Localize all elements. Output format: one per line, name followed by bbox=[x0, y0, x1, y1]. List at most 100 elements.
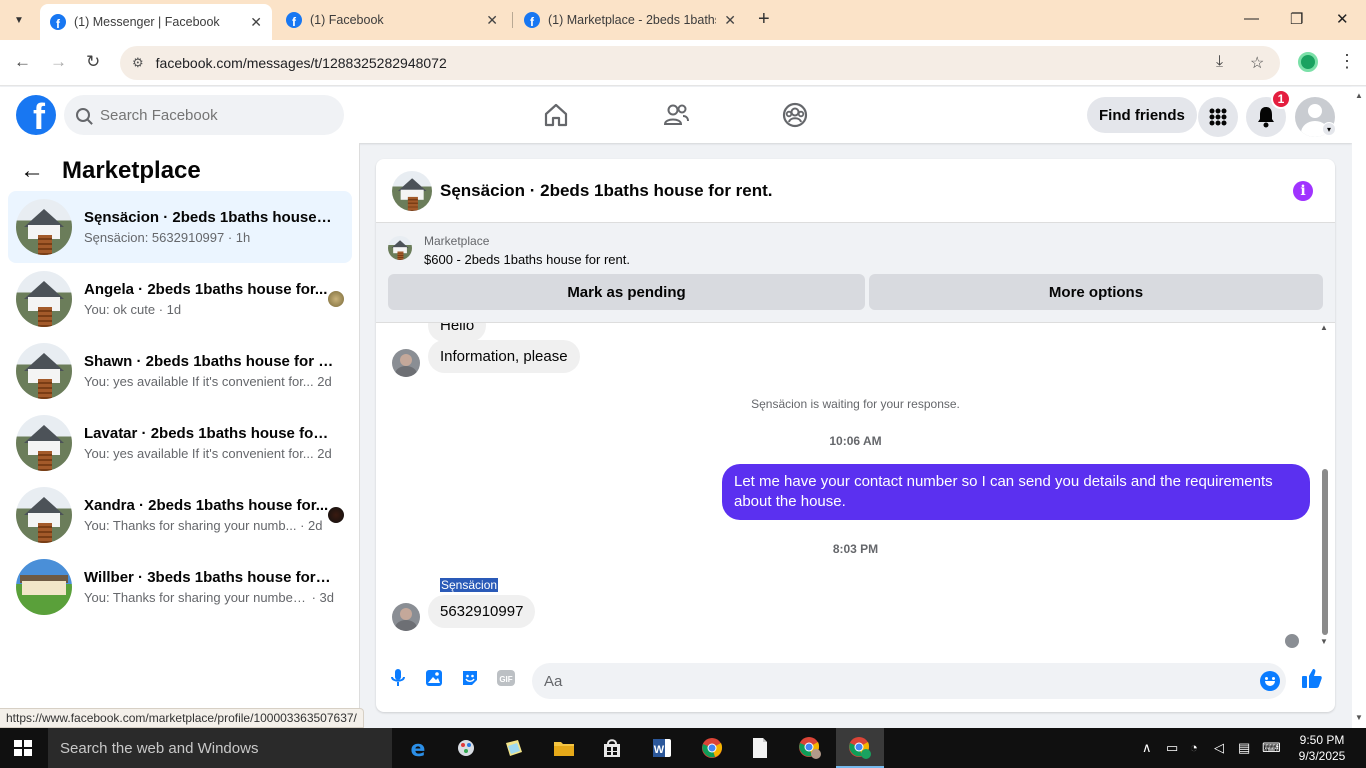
marketplace-sidebar: ← Marketplace Sęnsäcion · 2beds 1baths h… bbox=[0, 143, 360, 728]
forward-arrow-icon[interactable]: → bbox=[50, 52, 67, 72]
photo-icon[interactable] bbox=[423, 667, 445, 689]
bookmark-star-icon[interactable]: ☆ bbox=[1250, 53, 1264, 73]
install-app-icon[interactable]: ⤓ bbox=[1216, 53, 1223, 71]
tab-facebook[interactable]: f (1) Facebook ✕ bbox=[276, 4, 508, 36]
message-input[interactable] bbox=[544, 672, 1244, 690]
tray-chevron-up-icon[interactable]: ∧ bbox=[1142, 740, 1152, 756]
tab-title: (1) Facebook bbox=[310, 13, 384, 27]
chrome-profile-icon[interactable] bbox=[798, 736, 822, 760]
seen-avatar bbox=[328, 291, 344, 307]
chrome-icon[interactable] bbox=[700, 736, 724, 760]
message-timestamp: 10:06 AM bbox=[829, 434, 882, 448]
listing-title[interactable]: $600 - 2beds 1baths house for rent. bbox=[424, 252, 630, 267]
more-options-button[interactable]: More options bbox=[869, 274, 1323, 310]
sticky-notes-icon[interactable] bbox=[502, 736, 526, 760]
scroll-up-icon[interactable]: ▲ bbox=[1355, 91, 1363, 100]
info-icon[interactable]: i bbox=[1293, 181, 1313, 201]
close-icon[interactable]: ✕ bbox=[250, 14, 262, 31]
conversation-time: · 1d bbox=[158, 302, 182, 317]
url-omnibox[interactable]: ⚙ facebook.com/messages/t/12883252829480… bbox=[120, 46, 1280, 80]
conversation-item[interactable]: Shawn · 2beds 1baths house for re... You… bbox=[8, 335, 352, 407]
groups-icon[interactable] bbox=[781, 101, 809, 129]
clock-date: 9/3/2025 bbox=[1298, 749, 1346, 763]
incoming-message: 5632910997 bbox=[428, 595, 536, 628]
clock-time: 9:50 PM bbox=[1299, 733, 1345, 747]
mark-pending-button[interactable]: Mark as pending bbox=[388, 274, 865, 310]
window-close-icon[interactable]: ✕ bbox=[1336, 10, 1349, 28]
search-icon bbox=[76, 108, 90, 122]
url-text[interactable]: facebook.com/messages/t/1288325282948072 bbox=[156, 55, 447, 71]
chrome-active-icon[interactable] bbox=[848, 736, 872, 760]
conversation-name: Willber · 3beds 1baths house for re... bbox=[84, 569, 334, 586]
chevron-down-icon[interactable]: ▾ bbox=[1322, 122, 1336, 136]
tab-search-menu[interactable]: ▼ bbox=[6, 8, 32, 32]
facebook-top-nav: f Find friends bbox=[0, 87, 1352, 143]
emoji-icon[interactable] bbox=[1260, 671, 1280, 691]
tab-messenger[interactable]: f (1) Messenger | Facebook ✕ bbox=[40, 4, 272, 40]
find-friends-button[interactable]: Find friends bbox=[1087, 97, 1197, 133]
menu-grid-button[interactable] bbox=[1198, 97, 1238, 137]
scroll-down-icon[interactable]: ▼ bbox=[1320, 637, 1328, 646]
page-scrollbar[interactable]: ▲ ▼ bbox=[1352, 87, 1366, 728]
microphone-icon[interactable] bbox=[387, 667, 409, 689]
new-tab-icon[interactable]: + bbox=[758, 8, 770, 31]
chat-panel: Sęnsäcion · 2beds 1baths house for rent.… bbox=[376, 159, 1335, 712]
facebook-search[interactable] bbox=[64, 95, 344, 135]
close-icon[interactable]: ✕ bbox=[724, 12, 736, 29]
message-timestamp: 8:03 PM bbox=[832, 542, 879, 556]
file-explorer-icon[interactable] bbox=[552, 736, 576, 760]
taskbar-search[interactable]: Search the web and Windows bbox=[48, 728, 392, 768]
sticker-icon[interactable] bbox=[459, 667, 481, 689]
conversation-item[interactable]: Sęnsäcion · 2beds 1baths house fo... Sęn… bbox=[8, 191, 352, 263]
extension-icon[interactable] bbox=[1298, 52, 1318, 72]
notification-badge: 1 bbox=[1271, 89, 1291, 109]
volume-icon[interactable]: ◁ bbox=[1214, 740, 1224, 756]
windows-start-icon[interactable] bbox=[14, 740, 32, 756]
scroll-down-icon[interactable]: ▼ bbox=[1355, 713, 1363, 722]
message-scrollbar[interactable]: ▲ ▼ bbox=[1320, 323, 1330, 649]
site-info-icon[interactable]: ⚙ bbox=[132, 55, 144, 71]
chat-title[interactable]: Sęnsäcion · 2beds 1baths house for rent. bbox=[440, 181, 773, 201]
gif-icon[interactable]: GIF bbox=[495, 667, 517, 689]
reload-icon[interactable]: ↻ bbox=[86, 52, 100, 72]
listing-thumbnail bbox=[388, 236, 412, 260]
conversation-item[interactable]: Willber · 3beds 1baths house for re... Y… bbox=[8, 551, 352, 623]
facebook-favicon-icon: f bbox=[524, 12, 540, 28]
conversation-item[interactable]: Lavatar · 2beds 1baths house for re... Y… bbox=[8, 407, 352, 479]
store-icon[interactable] bbox=[600, 736, 624, 760]
message-input-box[interactable] bbox=[532, 663, 1286, 699]
edge-icon[interactable]: e bbox=[406, 736, 430, 760]
restore-icon[interactable]: ❐ bbox=[1290, 10, 1303, 28]
minimize-icon[interactable]: — bbox=[1244, 10, 1259, 27]
document-icon[interactable] bbox=[748, 736, 772, 760]
thumbs-up-icon[interactable] bbox=[1301, 667, 1323, 689]
close-icon[interactable]: ✕ bbox=[486, 12, 498, 29]
friends-icon[interactable] bbox=[662, 101, 690, 129]
scroll-up-icon[interactable]: ▲ bbox=[1320, 323, 1328, 332]
action-center-icon[interactable]: ▤ bbox=[1238, 740, 1250, 756]
battery-icon[interactable]: ▭ bbox=[1166, 740, 1178, 756]
wifi-icon[interactable]: ◔ bbox=[1190, 740, 1198, 755]
chat-listing-thumbnail[interactable] bbox=[392, 170, 432, 211]
listing-thumbnail bbox=[16, 271, 72, 327]
scrollbar-thumb[interactable] bbox=[1322, 469, 1328, 635]
sender-avatar[interactable] bbox=[392, 603, 420, 631]
back-arrow-icon[interactable]: ← bbox=[14, 52, 31, 72]
conversation-item[interactable]: Xandra · 2beds 1baths house for... You: … bbox=[8, 479, 352, 551]
home-icon[interactable] bbox=[542, 101, 570, 129]
word-icon[interactable]: W bbox=[650, 736, 674, 760]
sender-avatar[interactable] bbox=[392, 349, 420, 377]
search-input[interactable] bbox=[100, 106, 299, 124]
facebook-logo-icon[interactable]: f bbox=[16, 95, 56, 135]
keyboard-icon[interactable]: ⌨ bbox=[1262, 740, 1281, 756]
conversation-preview: You: yes available If it's convenient fo… bbox=[84, 446, 314, 461]
conversation-item[interactable]: Angela · 2beds 1baths house for... You: … bbox=[8, 263, 352, 335]
back-arrow-icon[interactable]: ← bbox=[20, 157, 44, 185]
taskbar-clock[interactable]: 9:50 PM 9/3/2025 bbox=[1294, 732, 1350, 764]
svg-text:GIF: GIF bbox=[499, 675, 512, 684]
tab-marketplace[interactable]: f (1) Marketplace - 2beds 1baths ✕ bbox=[514, 4, 746, 36]
waiting-notice: Sęnsäcion is waiting for your response. bbox=[751, 397, 960, 411]
paint-icon[interactable] bbox=[454, 736, 478, 760]
browser-menu-icon[interactable]: ⋮ bbox=[1338, 51, 1356, 72]
conversation-name: Lavatar · 2beds 1baths house for re... bbox=[84, 425, 334, 442]
